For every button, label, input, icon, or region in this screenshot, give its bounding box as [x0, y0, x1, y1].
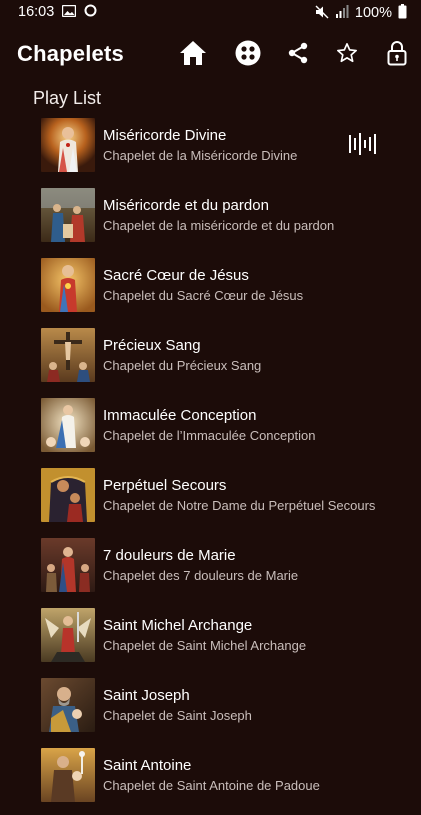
lock-icon	[387, 41, 407, 66]
gallery-notification-icon	[62, 4, 77, 20]
item-title: Saint Joseph	[103, 687, 190, 704]
status-left: 16:03	[18, 4, 97, 20]
list-item[interactable]: 7 douleurs de Marie Chapelet des 7 doule…	[0, 535, 421, 605]
battery-icon	[398, 4, 407, 22]
item-subtitle: Chapelet de l’Immaculée Conception	[103, 428, 316, 443]
star-icon	[337, 43, 357, 63]
list-item[interactable]: Saint Michel Archange Chapelet de Saint …	[0, 605, 421, 675]
app-title: Chapelets	[17, 41, 124, 66]
thumbnail-image	[41, 188, 95, 242]
item-title: Saint Antoine	[103, 757, 192, 774]
now-playing-indicator	[349, 132, 379, 156]
home-button[interactable]	[178, 38, 208, 68]
item-title: Précieux Sang	[103, 337, 201, 354]
item-title: Miséricorde et du pardon	[103, 197, 269, 214]
thumbnail-image	[41, 258, 95, 312]
mute-icon	[315, 5, 329, 22]
item-subtitle: Chapelet de Saint Joseph	[103, 708, 252, 723]
list-item[interactable]: Précieux Sang Chapelet du Précieux Sang	[0, 325, 421, 395]
list-item[interactable]: Saint Joseph Chapelet de Saint Joseph	[0, 675, 421, 745]
list-item[interactable]: Saint Antoine Chapelet de Saint Antoine …	[0, 745, 421, 815]
list-item[interactable]: Immaculée Conception Chapelet de l’Immac…	[0, 395, 421, 465]
apps-grid-button[interactable]	[233, 38, 263, 68]
thumbnail-image	[41, 328, 95, 382]
item-title: Miséricorde Divine	[103, 127, 227, 144]
status-right: 100%	[315, 4, 407, 22]
equalizer-icon	[349, 133, 376, 155]
item-subtitle: Chapelet du Précieux Sang	[103, 358, 262, 373]
thumbnail-image	[41, 748, 95, 802]
item-title: Sacré Cœur de Jésus	[103, 267, 249, 284]
ring-notification-icon	[84, 4, 97, 20]
item-subtitle: Chapelet de Saint Antoine de Padoue	[103, 778, 320, 793]
status-bar: 16:03 100%	[0, 0, 421, 26]
apps-grid-icon	[235, 40, 261, 66]
thumbnail-image	[41, 468, 95, 522]
thumbnail-image	[41, 118, 95, 172]
item-subtitle: Chapelet de Saint Michel Archange	[103, 638, 307, 653]
list-item[interactable]: Miséricorde et du pardon Chapelet de la …	[0, 185, 421, 255]
favorite-button[interactable]	[332, 38, 362, 68]
thumbnail-image	[41, 608, 95, 662]
lock-button[interactable]	[382, 38, 412, 68]
list-item[interactable]: Perpétuel Secours Chapelet de Notre Dame…	[0, 465, 421, 535]
app-bar: Chapelets	[0, 26, 421, 82]
item-title: 7 douleurs de Marie	[103, 547, 236, 564]
item-title: Immaculée Conception	[103, 407, 257, 424]
battery-percent: 100%	[354, 5, 392, 21]
list-item[interactable]: Sacré Cœur de Jésus Chapelet du Sacré Cœ…	[0, 255, 421, 325]
list-item[interactable]: Miséricorde Divine Chapelet de la Miséri…	[0, 115, 421, 185]
item-subtitle: Chapelet de la miséricorde et du pardon	[103, 218, 335, 233]
thumbnail-image	[41, 398, 95, 452]
signal-icon	[335, 5, 349, 21]
item-title: Perpétuel Secours	[103, 477, 227, 494]
status-time: 16:03	[18, 4, 55, 20]
share-button[interactable]	[283, 38, 313, 68]
thumbnail-image	[41, 678, 95, 732]
item-subtitle: Chapelet de la Miséricorde Divine	[103, 148, 298, 163]
thumbnail-image	[41, 538, 95, 592]
item-subtitle: Chapelet des 7 douleurs de Marie	[103, 568, 299, 583]
item-subtitle: Chapelet du Sacré Cœur de Jésus	[103, 288, 304, 303]
share-icon	[288, 42, 308, 64]
item-subtitle: Chapelet de Notre Dame du Perpétuel Seco…	[103, 498, 376, 513]
item-title: Saint Michel Archange	[103, 617, 253, 634]
play-list-heading: Play List	[33, 88, 102, 108]
home-icon	[180, 41, 206, 65]
